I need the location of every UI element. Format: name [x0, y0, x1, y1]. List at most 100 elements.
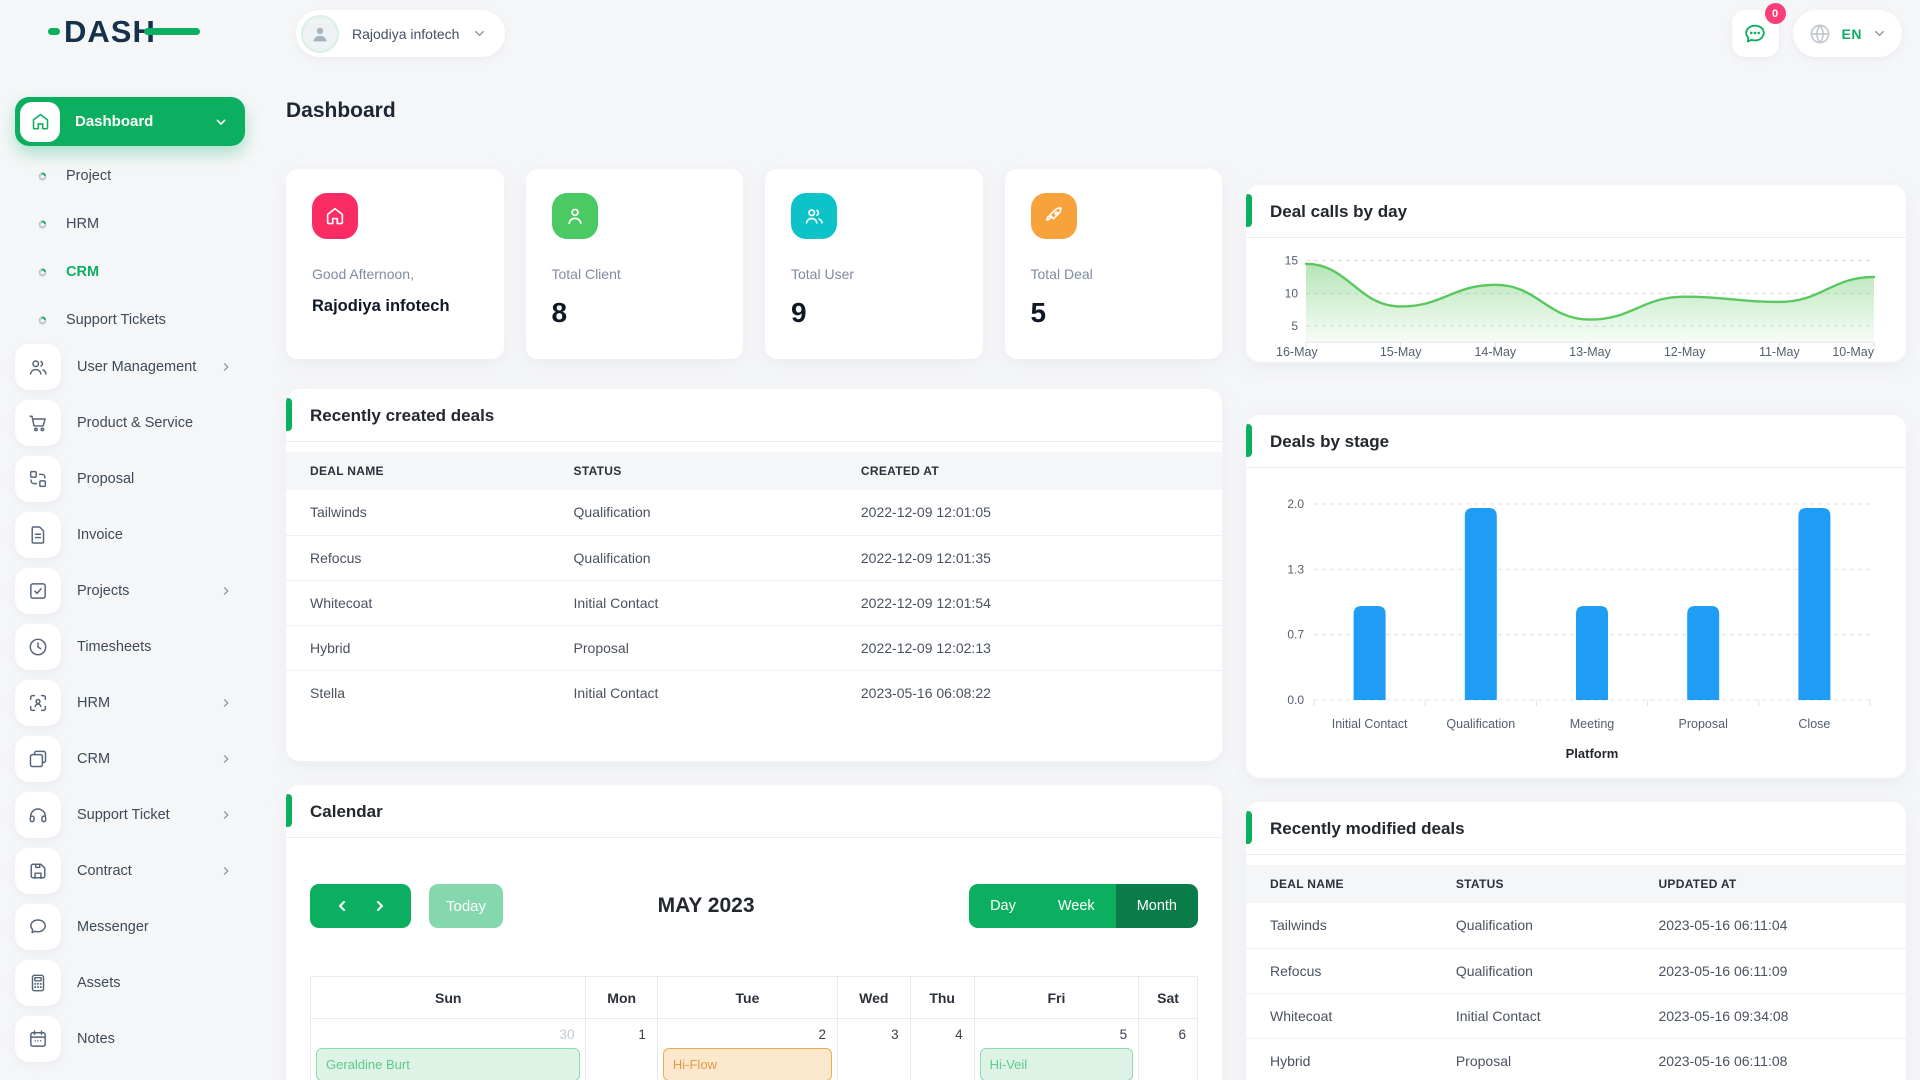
sidebar-item-label: Proposal: [77, 471, 135, 487]
chevron-right-icon: [219, 752, 233, 766]
calendar-day-cell[interactable]: 6: [1138, 1018, 1198, 1080]
svg-text:10-May: 10-May: [1832, 345, 1874, 359]
sidebar-item-support-tickets[interactable]: Support Tickets: [15, 296, 245, 344]
calendar-event[interactable]: Hi-Flow: [662, 1048, 832, 1080]
chevron-right-icon: [219, 808, 233, 822]
sidebar-item-proposal[interactable]: Proposal: [15, 456, 245, 502]
table-cell: Hybrid: [286, 625, 550, 671]
sidebar-item-hrm[interactable]: HRM: [15, 200, 245, 248]
sidebar-item-label: Notes: [77, 1031, 115, 1047]
chevron-right-icon[interactable]: [372, 898, 388, 914]
table-cell: Initial Contact: [1431, 993, 1635, 1039]
deal-calls-chart: 5 10 15 16-May 15-May 14-May 13-May 12-May 11-Ma…: [1246, 238, 1906, 362]
workspace-selector[interactable]: Rajodiya infotech: [296, 10, 506, 57]
sidebar-item-crm[interactable]: CRM: [15, 248, 245, 296]
card-title: Deal calls by day: [1270, 202, 1408, 221]
table-cell: Stella: [310, 684, 346, 701]
messages-button[interactable]: 0: [1731, 3, 1786, 57]
calendar-month-label: MAY 2023: [657, 894, 755, 917]
calculator-icon: [15, 960, 61, 1006]
sidebar-item-label: Invoice: [77, 527, 123, 543]
svg-text:0.7: 0.7: [1287, 628, 1304, 642]
sidebar-item-label: CRM: [66, 264, 100, 280]
sidebar-item-project[interactable]: Project: [15, 152, 245, 200]
table-column-header: STATUS: [1455, 877, 1504, 891]
stat-card: Good Afternoon, Rajodiya infotech: [286, 169, 504, 359]
users-icon: [791, 193, 837, 239]
table-cell: Tailwinds: [286, 490, 550, 536]
table-cell: Tailwinds: [1246, 903, 1432, 949]
headphones-icon: [15, 792, 61, 838]
table-cell: Whitecoat: [286, 580, 550, 626]
messages-badge: 0: [1764, 3, 1786, 24]
table-column-header: CREATED AT: [860, 464, 939, 478]
sidebar-item-user-management[interactable]: User Management: [15, 344, 245, 390]
sidebar-item-dashboard[interactable]: Dashboard: [15, 97, 245, 146]
card-header: Deal calls by day: [1246, 185, 1906, 238]
table-row: Whitecoat Initial Contact 2022-12-09 12:01…: [286, 580, 1222, 626]
table-row: Hybrid Proposal 2023-05-16 06:11:08: [1246, 1038, 1906, 1080]
sidebar-item-hrm[interactable]: HRM: [15, 680, 245, 726]
calendar-grid: Sun Mon Tue Wed Thu Fri Sat 30 Geraldine Burt 1 2…: [309, 976, 1198, 1080]
globe-icon: [1808, 22, 1832, 46]
sidebar-item-timesheets[interactable]: Timesheets: [15, 624, 245, 670]
calendar-event[interactable]: Geraldine Burt: [316, 1048, 581, 1080]
calendar-day-cell[interactable]: 1: [585, 1018, 658, 1080]
calendar-view-day[interactable]: Day: [969, 884, 1037, 928]
sidebar-item-invoice[interactable]: Invoice: [15, 512, 245, 558]
calendar-prev-next-button[interactable]: [310, 884, 411, 928]
sidebar-item-crm[interactable]: CRM: [15, 736, 245, 782]
calendar-date-number: 6: [1178, 1027, 1186, 1042]
table-column-header: STATUS: [573, 464, 622, 478]
calendar-today-button[interactable]: Today: [429, 884, 504, 928]
dot-circle-icon: [36, 170, 49, 183]
calendar-day-name: Mon: [585, 976, 658, 1019]
svg-text:Meeting: Meeting: [1570, 717, 1615, 731]
svg-text:0.0: 0.0: [1287, 693, 1304, 707]
chevron-down-icon: [1872, 26, 1887, 41]
calendar-day-cell[interactable]: 3: [836, 1018, 911, 1080]
table-cell: Qualification: [1431, 948, 1635, 994]
calendar-day-cell[interactable]: 5 Hi-Veil: [973, 1018, 1140, 1080]
sidebar-item-product-service[interactable]: Product & Service: [15, 400, 245, 446]
user-icon: [551, 193, 598, 239]
sidebar-item-support-ticket[interactable]: Support Ticket: [15, 792, 245, 838]
calendar-view-week[interactable]: Week: [1036, 884, 1116, 928]
calendar-event[interactable]: Hi-Veil: [979, 1048, 1134, 1080]
table-cell: Qualification: [549, 535, 837, 581]
table-column-header: UPDATED AT: [1658, 877, 1737, 891]
sidebar-item-label: User Management: [77, 359, 197, 375]
svg-text:13-May: 13-May: [1569, 345, 1611, 359]
sidebar-item-projects[interactable]: Projects: [15, 568, 245, 614]
chevron-right-icon: [219, 864, 233, 878]
sidebar-item-notes[interactable]: Notes: [15, 1016, 245, 1062]
language-label: EN: [1841, 25, 1862, 42]
sidebar-item-label: Assets: [77, 975, 121, 991]
sidebar-item-messenger[interactable]: Messenger: [15, 904, 245, 950]
sidebar-item-label: Product & Service: [77, 415, 194, 431]
table-cell: Proposal: [549, 625, 837, 671]
calendar-day-cell[interactable]: 30 Geraldine Burt: [309, 1018, 587, 1080]
stat-cards-row: Good Afternoon, Rajodiya infotech Total Cl…: [286, 169, 1222, 359]
calendar-day-cell[interactable]: 2 Hi-Flow: [656, 1018, 838, 1080]
card-title: Deals by stage: [1270, 432, 1390, 451]
sidebar-item-label: Contract: [77, 863, 132, 879]
svg-text:5: 5: [1291, 319, 1298, 333]
card-title: Calendar: [310, 802, 383, 821]
chevron-left-icon[interactable]: [334, 898, 350, 914]
stat-card-label: Good Afternoon,: [312, 266, 414, 282]
sidebar-item-contract[interactable]: Contract: [15, 848, 245, 894]
copy-squares-icon: [15, 736, 61, 782]
cart-icon: [15, 400, 61, 446]
calendar-day-cell[interactable]: 4: [909, 1018, 975, 1080]
calendar-view-month[interactable]: Month: [1115, 884, 1198, 928]
sidebar-item-assets[interactable]: Assets: [15, 960, 245, 1006]
calendar-toolbar: Today MAY 2023 Day Week Month: [310, 884, 1198, 928]
svg-text:2.0: 2.0: [1287, 497, 1304, 511]
chat-bubble-icon: [15, 904, 61, 950]
sidebar-item-label: Timesheets: [77, 639, 152, 655]
table-row: Tailwinds Qualification 2023-05-16 06:11:0…: [1246, 903, 1906, 949]
calendar-day-name: Thu: [909, 976, 975, 1019]
sidebar-item-label: HRM: [66, 216, 100, 232]
language-selector[interactable]: EN: [1792, 10, 1902, 57]
